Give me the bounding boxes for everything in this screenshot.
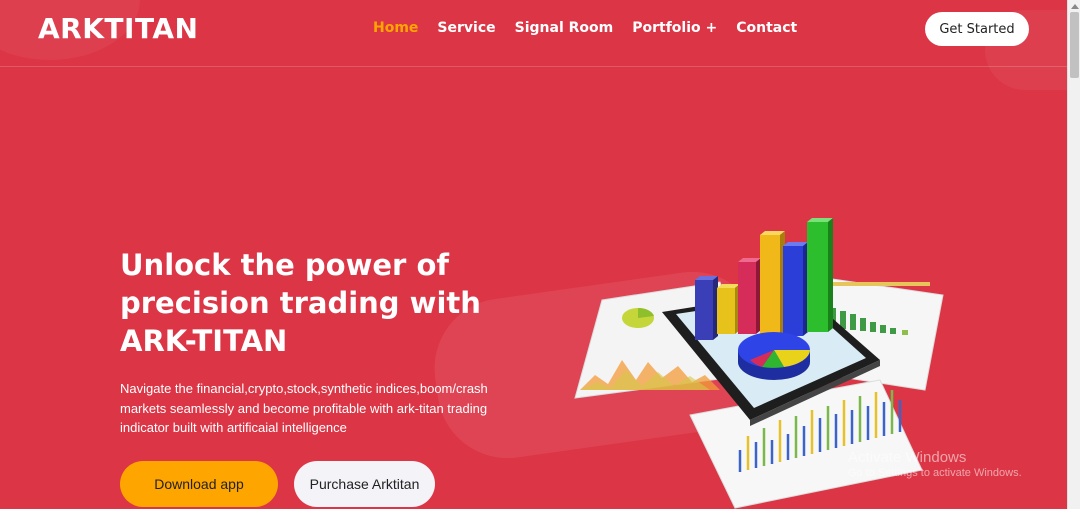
nav-contact[interactable]: Contact (736, 20, 797, 36)
download-app-button[interactable]: Download app (120, 461, 278, 507)
bar-chart-3d (695, 218, 833, 340)
hero-description: Navigate the financial,crypto,stock,synt… (120, 379, 510, 438)
hero-desc-line: Navigate the financial,crypto,stock,synt… (120, 381, 488, 396)
site-logo[interactable]: ARKTITAN (38, 12, 198, 45)
scrollbar-thumb[interactable] (1070, 12, 1079, 78)
main-nav: Home Service Signal Room Portfolio + Con… (373, 20, 797, 36)
hero-title: Unlock the power of precision trading wi… (120, 246, 540, 360)
hero-title-line: ARK-TITAN (120, 324, 288, 358)
hero-desc-line: markets seamlessly and become profitable… (120, 400, 488, 416)
scroll-up-arrow-icon[interactable] (1071, 4, 1079, 9)
purchase-button[interactable]: Purchase Arktitan (294, 461, 435, 507)
hero-title-line: Unlock the power of (120, 248, 449, 282)
nav-home[interactable]: Home (373, 20, 418, 36)
nav-service[interactable]: Service (437, 20, 495, 36)
nav-signal-room[interactable]: Signal Room (515, 20, 614, 36)
page: ARKTITAN Home Service Signal Room Portfo… (0, 0, 1067, 509)
watermark-subtitle: Go to Settings to activate Windows. (848, 467, 1022, 479)
watermark-title: Activate Windows (848, 449, 967, 466)
site-header: ARKTITAN Home Service Signal Room Portfo… (0, 0, 1067, 67)
vertical-scrollbar[interactable] (1067, 0, 1080, 509)
activate-windows-watermark: Activate Windows Go to Settings to activ… (848, 450, 1022, 480)
nav-portfolio[interactable]: Portfolio + (632, 20, 717, 36)
pie-chart-3d (738, 332, 810, 380)
hero-title-line: precision trading with (120, 286, 481, 320)
get-started-button[interactable]: Get Started (925, 12, 1029, 46)
hero-desc-line: indicator built with artificaial intelli… (120, 420, 347, 435)
